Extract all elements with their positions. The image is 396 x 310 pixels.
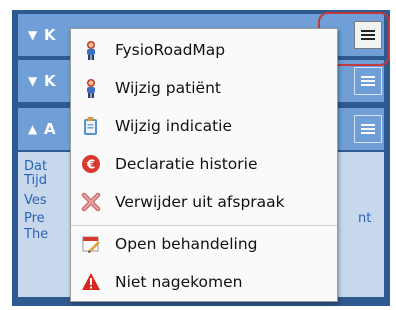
menu-hamburger-button[interactable] (354, 115, 382, 143)
hamburger-icon (361, 124, 375, 126)
menu-item-label: Niet nagekomen (115, 273, 243, 291)
menu-item-fysioroadmap[interactable]: FysioRoadMap (71, 31, 337, 69)
menu-item-label: Verwijder uit afspraak (115, 193, 285, 211)
detail-label: The (24, 227, 49, 242)
menu-item-label: Wijzig patiënt (115, 79, 221, 97)
menu-item-label: Open behandeling (115, 235, 258, 253)
detail-label: Ves (24, 193, 47, 208)
menu-item-label: FysioRoadMap (115, 41, 226, 59)
menu-item-wijzig-indicatie[interactable]: Wijzig indicatie (71, 107, 337, 145)
collapse-caret-icon[interactable]: ▼ (28, 60, 37, 102)
menu-item-label: Declaratie historie (115, 155, 258, 173)
hamburger-icon (361, 76, 375, 78)
menu-item-verwijder-uit-afspraak[interactable]: Verwijder uit afspraak (71, 183, 337, 221)
context-menu: FysioRoadMap Wijzig patiënt Wijzig indic… (70, 28, 338, 302)
remove-x-icon (81, 192, 101, 212)
menu-item-label: Wijzig indicatie (115, 117, 233, 135)
person-icon (87, 79, 95, 98)
menu-item-niet-nagekomen[interactable]: Niet nagekomen (71, 263, 337, 301)
menu-item-declaratie-historie[interactable]: € Declaratie historie (71, 145, 337, 183)
detail-label: Tijd (24, 173, 48, 188)
panel-title-1: K (44, 26, 56, 44)
warning-icon (82, 273, 100, 290)
hamburger-line (361, 84, 375, 86)
person-icon (87, 41, 95, 60)
expand-caret-icon[interactable]: ▲ (28, 108, 37, 150)
calendar-edit-icon (82, 236, 100, 253)
hamburger-line (361, 128, 375, 130)
svg-text:€: € (86, 158, 95, 172)
menu-item-open-behandeling[interactable]: Open behandeling (71, 225, 337, 263)
menu-hamburger-button[interactable] (354, 67, 382, 95)
panel-title-2: K (44, 72, 56, 90)
panel-title-3: A (44, 120, 56, 138)
euro-icon: € (82, 155, 100, 173)
clipboard-icon (84, 117, 97, 135)
menu-item-wijzig-patient[interactable]: Wijzig patiënt (71, 69, 337, 107)
hamburger-line (361, 132, 375, 134)
detail-label: Pre (24, 211, 45, 226)
collapse-caret-icon[interactable]: ▼ (28, 14, 37, 56)
hamburger-line (361, 80, 375, 82)
detail-value-fragment: nt (358, 211, 372, 226)
